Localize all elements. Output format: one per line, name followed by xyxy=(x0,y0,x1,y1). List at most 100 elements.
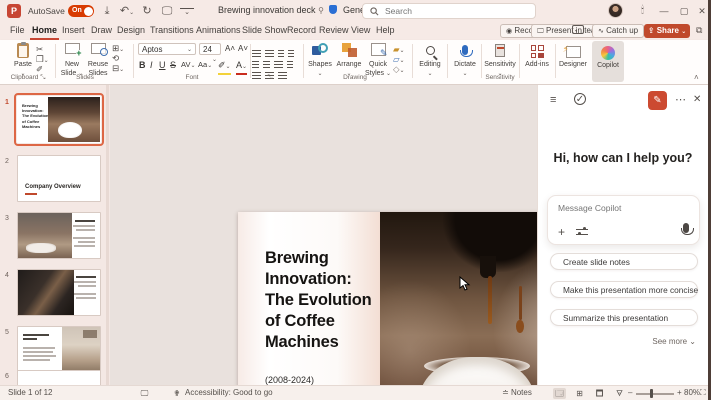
font-name-select[interactable]: Aptos ⌄ xyxy=(138,43,196,55)
tab-design[interactable]: Design xyxy=(115,22,147,40)
slideshow-from-start-icon[interactable]: 🖵 xyxy=(160,3,174,19)
paste-icon xyxy=(17,41,29,58)
tab-review[interactable]: Review xyxy=(317,22,351,40)
minimize-button[interactable]: — xyxy=(654,0,674,22)
thumbnail-slide-4[interactable] xyxy=(17,269,101,316)
new-chat-button[interactable]: ✎ xyxy=(648,91,667,110)
slide-canvas: Brewing Innovation: The Evolution of Cof… xyxy=(110,85,623,400)
grow-font-icon[interactable]: A˄ xyxy=(225,43,235,55)
collapse-ribbon-icon[interactable]: ˄ xyxy=(694,73,699,82)
slide-number: 3 xyxy=(5,215,9,222)
suggestion-summarize[interactable]: Summarize this presentation xyxy=(550,309,698,326)
copilot-input-card[interactable]: + xyxy=(547,195,700,245)
highlight-color-icon[interactable]: ✐⌄ xyxy=(218,59,231,75)
font-size-select[interactable]: 24 ⌄ xyxy=(199,43,221,63)
fit-to-window-icon[interactable]: ⛶ xyxy=(700,386,706,400)
cut-icon[interactable]: ✂ xyxy=(36,44,43,54)
zoom-out-icon[interactable]: – xyxy=(628,386,632,400)
zoom-level[interactable]: 80% xyxy=(684,386,700,400)
customize-toolbar-icon[interactable]: ⌄ xyxy=(180,8,194,18)
font-color-icon[interactable]: A⌄ xyxy=(236,59,248,75)
tab-help[interactable]: Help xyxy=(374,22,397,40)
undo-icon[interactable]: ↶⌄ xyxy=(118,3,136,19)
underline-button[interactable]: U xyxy=(159,59,166,71)
change-case-icon[interactable]: Aa⌄ xyxy=(198,59,212,72)
user-avatar[interactable] xyxy=(608,3,623,18)
thumbnail-slide-1[interactable]: Brewing Innovation: The Evolution of Cof… xyxy=(14,93,104,146)
notes-button[interactable]: ≐ Notes xyxy=(502,386,532,400)
chat-history-icon[interactable]: ≡ xyxy=(550,94,556,106)
format-painter-icon[interactable]: ✐ xyxy=(36,64,43,74)
see-more-link[interactable]: See more ⌄ xyxy=(652,337,696,346)
voice-input-icon[interactable] xyxy=(680,220,694,238)
presenter-coach-icon[interactable]: 🕯 xyxy=(636,4,649,17)
autosave-toggle[interactable]: On xyxy=(68,5,94,17)
zoom-slider-track[interactable] xyxy=(636,393,674,395)
slide-number: 1 xyxy=(5,99,9,106)
catch-up-button[interactable]: ∿ Catch up xyxy=(592,24,645,38)
suggestion-create-slide-notes[interactable]: Create slide notes xyxy=(550,253,698,270)
accessibility-status[interactable]: Accessibility: Good to go xyxy=(185,386,273,400)
bold-button[interactable]: B xyxy=(139,59,146,71)
view-normal-icon[interactable]: 🗔 xyxy=(553,388,566,399)
thumbnail-scrollbar[interactable] xyxy=(106,85,109,385)
tab-transitions[interactable]: Transitions xyxy=(148,22,196,40)
paragraph-dialog-launcher[interactable]: ⤡ xyxy=(245,74,295,82)
designer-button[interactable]: Designer xyxy=(557,42,589,70)
thumbnail-slide-3[interactable] xyxy=(17,212,101,259)
thumbnail-slide-2[interactable]: Company Overview xyxy=(17,155,101,202)
copilot-message-input[interactable] xyxy=(558,203,688,213)
editing-button[interactable]: Editing ⌄ xyxy=(415,42,445,79)
zoom-in-icon[interactable]: + xyxy=(677,386,682,400)
thumbnail-photo xyxy=(48,97,100,142)
options-sliders-icon[interactable] xyxy=(576,227,588,236)
save-icon[interactable]: ⤓ xyxy=(100,3,114,19)
search-box[interactable] xyxy=(362,3,536,19)
tab-view[interactable]: View xyxy=(349,22,372,40)
redo-icon[interactable]: ↻ xyxy=(140,3,154,19)
share-screen-icon[interactable]: ⧉ xyxy=(696,25,702,36)
character-spacing-icon[interactable]: AV⌄ xyxy=(181,59,195,72)
slide-subtitle[interactable]: (2008-2024) xyxy=(265,375,314,385)
indent-spacing-row[interactable] xyxy=(252,55,302,68)
shape-effects-icon[interactable]: ◇⌄ xyxy=(393,64,405,76)
add-content-icon[interactable]: + xyxy=(558,226,565,238)
tab-slide-show[interactable]: Slide Show xyxy=(240,22,289,40)
view-reading-icon[interactable]: 🗖 xyxy=(593,388,606,399)
view-slide-sorter-icon[interactable]: ⊞ xyxy=(573,388,586,399)
search-icon xyxy=(370,7,379,16)
bullets-numbering-row[interactable] xyxy=(252,44,302,57)
share-button[interactable]: ⇪ Share ⌄ xyxy=(644,24,690,38)
slides-group-label: Slides xyxy=(76,74,94,81)
thumbnail-slide-5[interactable] xyxy=(17,326,101,373)
italic-button[interactable]: I xyxy=(150,59,153,71)
view-slideshow-icon[interactable]: 🜃 xyxy=(613,388,626,399)
tab-record[interactable]: Record xyxy=(285,22,318,40)
thumbnail-slide-6[interactable] xyxy=(17,370,101,385)
shrink-font-icon[interactable]: A˅ xyxy=(238,43,248,55)
search-input[interactable] xyxy=(385,6,525,16)
copilot-pane: ≡ ✓ ✎ ⋯ ✕ Hi, how can I help you? + Crea… xyxy=(537,85,708,385)
reset-icon[interactable]: ⟲ xyxy=(112,53,119,63)
comments-icon[interactable] xyxy=(572,25,584,34)
zoom-slider-thumb[interactable] xyxy=(650,389,653,398)
title-bar: P AutoSave On ⤓ ↶⌄ ↻ 🖵 ⌄ Brewing innovat… xyxy=(0,0,711,22)
tab-insert[interactable]: Insert xyxy=(60,22,87,40)
slide-title[interactable]: Brewing Innovation: The Evolution of Cof… xyxy=(265,248,377,353)
catchup-icon: ∿ xyxy=(598,28,604,35)
copilot-ribbon-button[interactable]: Copilot xyxy=(592,41,624,82)
tab-draw[interactable]: Draw xyxy=(89,22,114,40)
tab-animations[interactable]: Animations xyxy=(194,22,243,40)
maximize-button[interactable]: ▢ xyxy=(674,0,694,22)
addins-button[interactable]: Add-ins xyxy=(521,42,553,70)
tab-file[interactable]: File xyxy=(8,22,27,40)
suggestion-make-concise[interactable]: Make this presentation more concise xyxy=(550,281,698,298)
close-pane-icon[interactable]: ✕ xyxy=(693,94,701,105)
tab-home[interactable]: Home xyxy=(30,22,60,40)
strikethrough-button[interactable]: S xyxy=(170,59,176,71)
shapes-icon xyxy=(312,43,328,57)
ribbon-tab-row: File Home Insert Draw Design Transitions… xyxy=(0,22,711,40)
slide-counter[interactable]: Slide 1 of 12 xyxy=(8,386,52,400)
more-options-icon[interactable]: ⋯ xyxy=(675,93,686,106)
display-settings-icon[interactable]: 🖵 xyxy=(138,388,151,399)
